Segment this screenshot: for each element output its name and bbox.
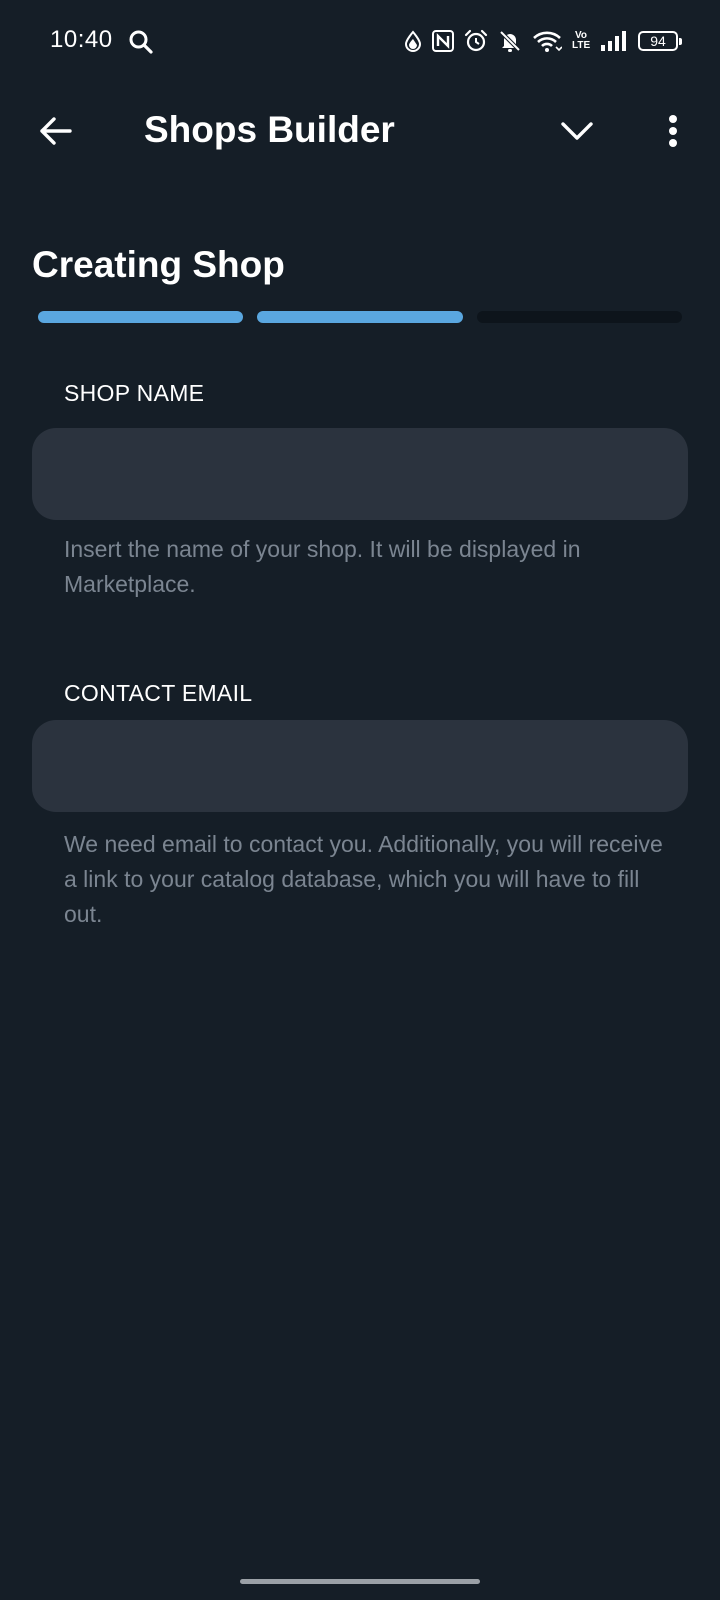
more-vert-icon	[669, 115, 677, 147]
more-options-button[interactable]	[648, 106, 698, 156]
search-icon	[129, 30, 153, 54]
nfc-icon	[432, 30, 454, 52]
battery-icon: 94	[638, 31, 682, 51]
page-heading: Creating Shop	[32, 244, 285, 285]
contact-email-input[interactable]	[32, 720, 688, 812]
volte-icon: Vo LTE	[572, 31, 590, 51]
chevron-down-icon	[561, 122, 593, 140]
expand-button[interactable]	[552, 106, 602, 156]
progress-step-2	[257, 311, 463, 323]
status-bar: 10:40 Vo LTE 94	[0, 0, 720, 84]
app-bar: Shops Builder	[0, 84, 720, 176]
shop-name-hint: Insert the name of your shop. It will be…	[64, 536, 581, 597]
app-title: Shops Builder	[144, 109, 395, 150]
volte-bottom-label: LTE	[572, 40, 591, 51]
step-progress	[38, 311, 682, 323]
back-button[interactable]	[30, 106, 80, 156]
shop-name-input[interactable]	[32, 428, 688, 520]
progress-step-1	[38, 311, 244, 323]
contact-email-label: CONTACT EMAIL	[64, 680, 253, 706]
contact-email-hint: We need email to contact you. Additional…	[64, 831, 663, 927]
wifi-icon	[533, 31, 562, 52]
shop-name-label: SHOP NAME	[64, 380, 205, 406]
signal-icon	[601, 31, 626, 51]
home-indicator[interactable]	[240, 1579, 480, 1584]
back-arrow-icon	[40, 117, 72, 145]
status-icons: Vo LTE 94	[404, 26, 682, 56]
alarm-icon	[464, 29, 488, 52]
data-saver-icon	[404, 30, 422, 52]
progress-step-3	[476, 311, 682, 323]
mute-icon	[499, 30, 521, 52]
status-time: 10:40	[50, 26, 113, 53]
